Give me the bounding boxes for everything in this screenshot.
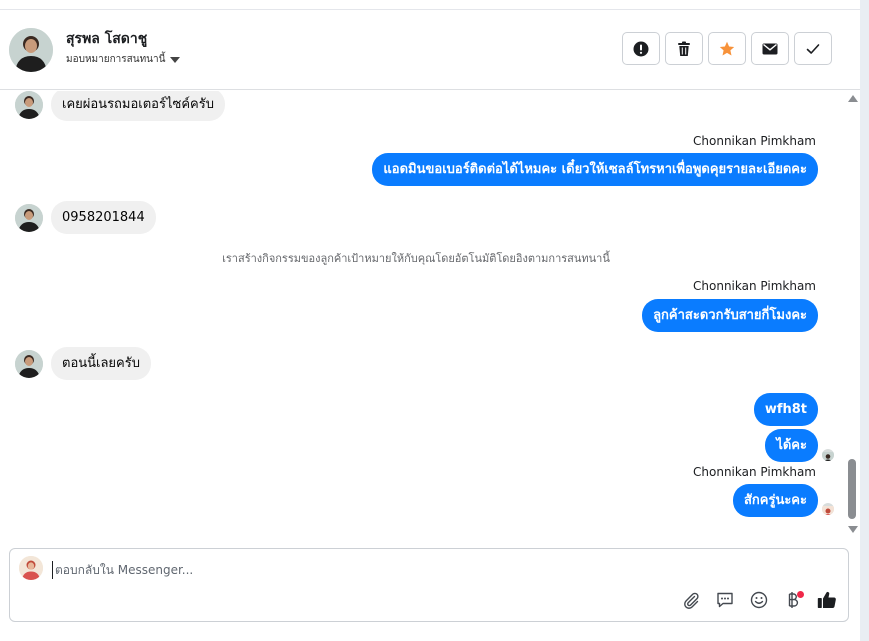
reply-composer [9,548,849,622]
contact-avatar-small [15,203,43,232]
sender-name: Chonnikan Pimkham [693,465,816,479]
seen-avatar [822,449,834,461]
notification-dot [797,591,804,598]
saved-replies-button[interactable] [714,591,736,613]
trash-icon [677,41,691,57]
attach-button[interactable] [680,591,702,613]
system-notice: เราสร้างกิจกรรมของลูกค้าเป้าหมายให้กับคุ… [222,252,610,265]
incoming-message[interactable]: ตอนนี้เลยครับ [51,347,151,380]
chat-bubble-icon [716,591,734,613]
contact-avatar-small [15,91,43,119]
conversation-panel: สุรพล โสดาชู มอบหมายการสนทนานี้ เคยผ่อนร… [0,0,860,641]
mark-unread-button[interactable] [751,32,789,65]
message-row: 0958201844 [15,201,156,234]
outgoing-message[interactable]: ได้คะ [765,429,818,462]
agent-seen-avatar [822,503,834,515]
contact-avatar-small [15,349,43,378]
assign-conversation-dropdown[interactable]: มอบหมายการสนทนานี้ [66,52,181,67]
mark-done-button[interactable] [794,32,832,65]
follow-up-button[interactable] [708,32,746,65]
scrollbar-thumb[interactable] [848,459,856,519]
message-thread[interactable]: เคยผ่อนรถมอเตอร์ไซค์ครับ Chonnikan Pimkh… [0,91,845,540]
outgoing-message[interactable]: ลูกค้าสะดวกรับสายกี่โมงคะ [642,299,818,332]
envelope-icon [762,43,778,55]
contact-name[interactable]: สุรพล โสดาชู [66,28,147,50]
message-row: ตอนนี้เลยครับ [15,347,151,380]
outgoing-message[interactable]: wfh8t [753,393,818,426]
payment-button[interactable] [782,591,804,613]
outgoing-message[interactable]: แอดมินขอเบอร์ติดต่อได้ไหมคะ เดี๋ยวให้เซล… [372,153,818,186]
spam-button[interactable] [622,32,660,65]
agent-avatar [19,556,43,580]
sender-name: Chonnikan Pimkham [693,134,816,148]
incoming-message[interactable]: เคยผ่อนรถมอเตอร์ไซค์ครับ [51,91,225,121]
thumbs-up-icon [817,591,837,613]
thread-scrollbar[interactable] [845,91,859,540]
conversation-actions [622,32,832,65]
message-row: เคยผ่อนรถมอเตอร์ไซค์ครับ [15,91,225,121]
scroll-down-arrow-icon[interactable] [848,526,858,533]
reply-input[interactable] [52,561,812,579]
incoming-message[interactable]: 0958201844 [51,201,156,234]
like-button[interactable] [816,591,838,613]
alert-icon [633,41,649,57]
check-icon [806,43,820,55]
assign-label: มอบหมายการสนทนานี้ [66,54,166,65]
composer-tools [680,591,838,613]
caret-down-icon [170,56,181,63]
contact-avatar[interactable] [9,28,53,72]
delete-button[interactable] [665,32,703,65]
outgoing-message[interactable]: สักครู่นะคะ [732,484,818,517]
star-icon [719,41,735,57]
paperclip-icon [682,591,700,613]
scroll-up-arrow-icon[interactable] [848,95,858,102]
smiley-icon [750,591,768,613]
emoji-button[interactable] [748,591,770,613]
conversation-header: สุรพล โสดาชู มอบหมายการสนทนานี้ [0,10,860,90]
sender-name: Chonnikan Pimkham [693,279,816,293]
